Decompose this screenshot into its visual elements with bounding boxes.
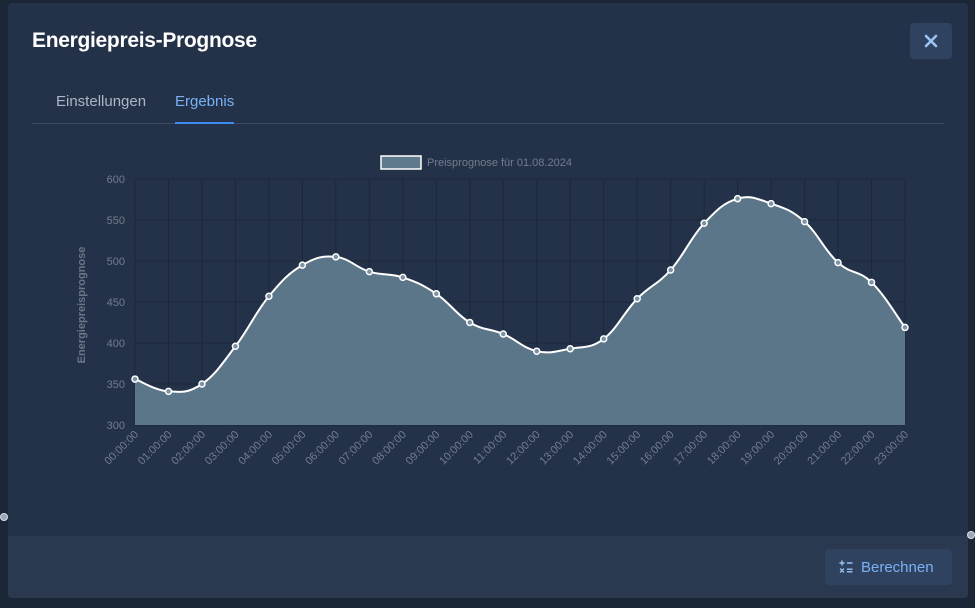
x-tick-label: 00:00:00 <box>102 429 141 468</box>
x-tick-label: 13:00:00 <box>538 429 577 468</box>
price-chart: 300 350 400 450 500 550 600 00:00:0001:00:0002… <box>76 155 911 468</box>
x-tick-label: 22:00:00 <box>839 429 878 468</box>
x-tick-label: 08:00:00 <box>370 429 409 468</box>
data-point[interactable] <box>365 267 374 276</box>
x-tick-label: 10:00:00 <box>437 429 476 468</box>
modal-footer: Berechnen <box>8 536 968 598</box>
data-point[interactable] <box>298 261 307 269</box>
x-tick-label: 09:00:00 <box>404 429 443 468</box>
x-tick-label: 06:00:00 <box>303 429 342 468</box>
data-point[interactable] <box>198 380 206 388</box>
data-point[interactable] <box>800 217 809 226</box>
x-tick-label: 04:00:00 <box>236 429 275 468</box>
data-point[interactable] <box>466 318 474 327</box>
x-tick-label: 14:00:00 <box>571 429 610 468</box>
legend-swatch[interactable] <box>380 155 422 170</box>
data-point[interactable] <box>332 253 340 261</box>
resize-handle-left[interactable] <box>0 513 8 521</box>
calculate-button[interactable]: Berechnen <box>825 549 952 585</box>
x-tick-label: 18:00:00 <box>705 429 744 468</box>
x-tick-label: 16:00:00 <box>638 429 677 468</box>
area-fill <box>135 197 905 425</box>
data-point[interactable] <box>499 330 508 338</box>
data-point[interactable] <box>231 342 240 351</box>
x-tick-label: 21:00:00 <box>805 429 844 468</box>
resize-handle-right[interactable] <box>967 531 975 539</box>
data-point[interactable] <box>599 335 608 343</box>
data-point[interactable] <box>834 258 842 267</box>
y-tick-label: 500 <box>107 256 125 268</box>
x-tick-label: 20:00:00 <box>772 429 811 468</box>
x-tick-label: 11:00:00 <box>471 429 509 467</box>
y-axis-label: Energiepreisprognose <box>76 247 88 364</box>
x-tick-label: 23:00:00 <box>872 429 911 468</box>
data-point[interactable] <box>432 290 441 298</box>
x-tick-label: 03:00:00 <box>203 429 242 468</box>
data-point[interactable] <box>666 266 675 274</box>
data-point[interactable] <box>566 344 574 353</box>
data-point[interactable] <box>901 323 909 332</box>
calculate-label: Berechnen <box>861 558 934 576</box>
data-point[interactable] <box>867 278 876 287</box>
y-tick-label: 450 <box>107 297 125 309</box>
x-tick-label: 01:00:00 <box>136 429 175 468</box>
x-tick-label: 02:00:00 <box>169 429 208 468</box>
data-point[interactable] <box>532 347 541 355</box>
x-tick-label: 12:00:00 <box>504 429 543 468</box>
legend-label[interactable]: Preisprognose für 01.08.2024 <box>427 157 572 169</box>
x-tick-label: 17:00:00 <box>671 429 710 468</box>
data-point[interactable] <box>399 273 407 282</box>
y-tick-label: 300 <box>107 420 125 432</box>
x-tick-label: 07:00:00 <box>337 429 376 468</box>
x-tick-label: 19:00:00 <box>738 429 777 468</box>
data-point[interactable] <box>164 387 173 396</box>
y-tick-label: 400 <box>107 338 125 350</box>
data-point[interactable] <box>633 294 641 303</box>
y-tick-label: 550 <box>107 215 125 227</box>
calculator-icon <box>839 560 853 574</box>
x-tick-label: 05:00:00 <box>270 429 309 468</box>
y-tick-label: 350 <box>107 379 125 391</box>
x-tick-label: 15:00:00 <box>605 429 644 468</box>
data-point[interactable] <box>700 219 708 228</box>
data-point[interactable] <box>733 194 742 203</box>
data-point[interactable] <box>767 199 775 208</box>
y-tick-label: 600 <box>107 174 125 186</box>
modal-dialog: Energiepreis-Prognose Einstellungen Erge… <box>8 3 968 598</box>
data-point[interactable] <box>131 375 139 383</box>
data-point[interactable] <box>265 292 273 301</box>
